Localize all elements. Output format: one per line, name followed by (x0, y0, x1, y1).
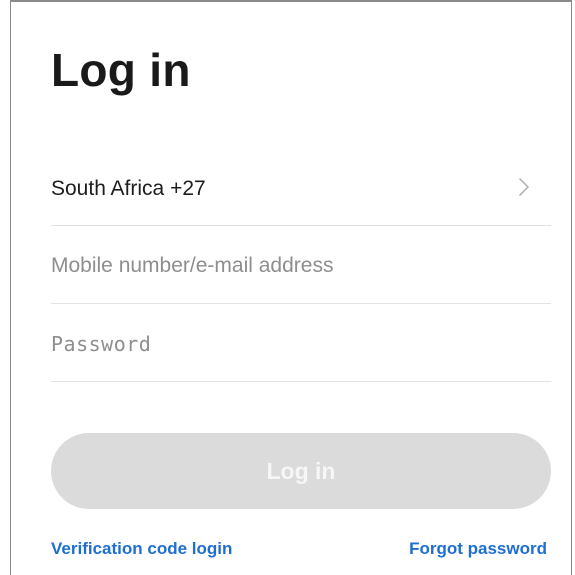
country-code-label: South Africa +27 (51, 177, 206, 200)
forgot-password-link[interactable]: Forgot password (409, 540, 547, 557)
login-screen: Log in South Africa +27 Log in Verificat… (10, 0, 572, 575)
login-button[interactable]: Log in (51, 433, 551, 509)
chevron-right-icon (519, 178, 529, 196)
account-field-row (51, 228, 551, 304)
page-title: Log in (51, 44, 191, 96)
verification-code-login-link[interactable]: Verification code login (51, 540, 232, 557)
country-code-selector[interactable]: South Africa +27 (51, 150, 551, 226)
password-input[interactable] (51, 326, 531, 362)
account-input[interactable] (51, 248, 531, 284)
password-field-row (51, 306, 551, 382)
